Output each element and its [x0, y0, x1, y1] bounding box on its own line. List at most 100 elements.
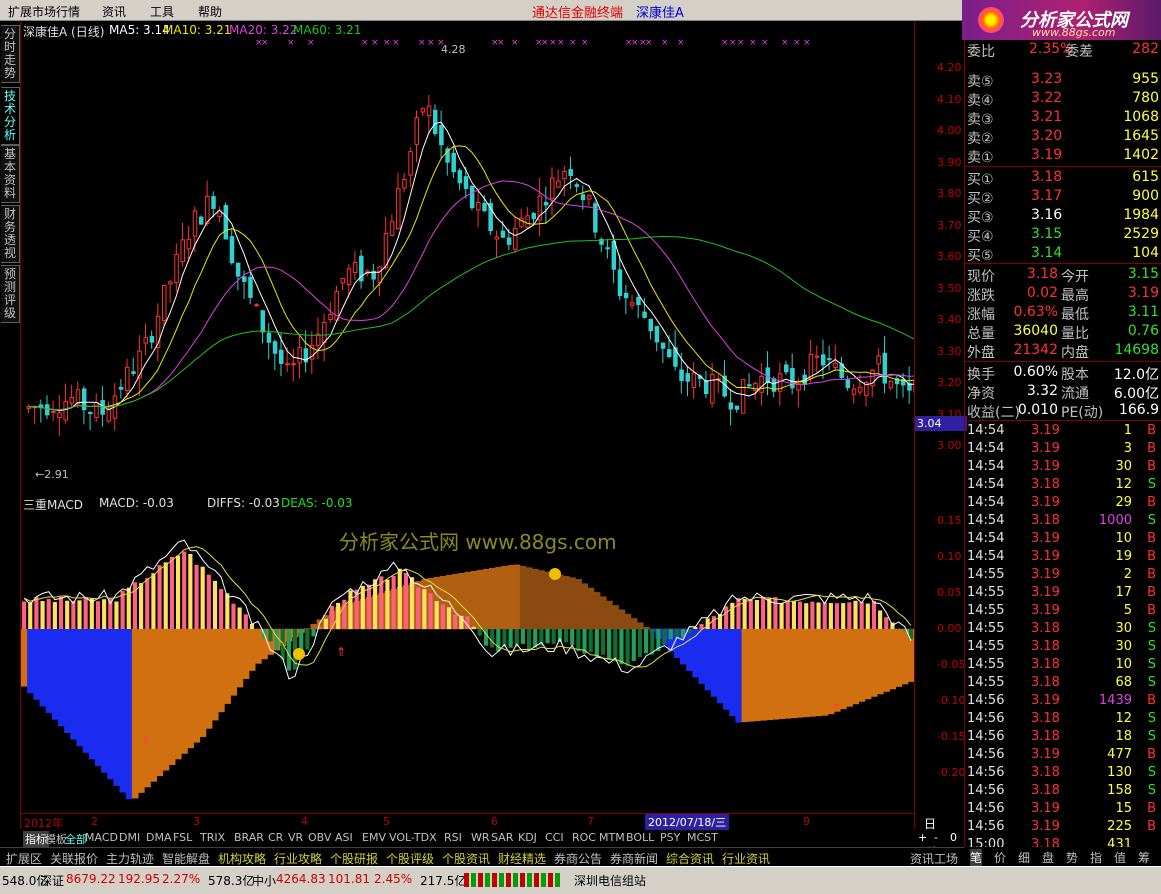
- macd-slow-bar: [33, 629, 40, 700]
- candle-body: [323, 323, 327, 343]
- indicator-tab[interactable]: RSI: [442, 831, 464, 844]
- indicator-tab[interactable]: OBV: [306, 831, 333, 844]
- tick-side: B: [1147, 585, 1156, 600]
- indicator-tab[interactable]: CCI: [543, 831, 566, 844]
- right-tab[interactable]: 细: [1018, 849, 1030, 866]
- indicator-tab[interactable]: BOLL: [624, 831, 656, 844]
- wc-label: 委差: [1065, 41, 1093, 61]
- bottom-tab[interactable]: 行业资讯: [722, 850, 770, 867]
- bottom-tab[interactable]: 个股评级: [386, 850, 434, 867]
- macd-fast-bar: [28, 602, 32, 629]
- stat-label: 现价: [967, 266, 995, 286]
- right-tab[interactable]: 值: [1114, 849, 1126, 866]
- bottom-tab[interactable]: 券商公告: [554, 850, 602, 867]
- stat-label: 总量: [967, 323, 995, 343]
- status-bar: 548.0亿 深证 8679.22 192.95 2.27% 578.3亿 中小…: [0, 866, 1161, 894]
- tick-side: S: [1148, 765, 1156, 780]
- bottom-tab[interactable]: 个股研报: [330, 850, 378, 867]
- menu-item-tools[interactable]: 工具: [150, 3, 174, 20]
- indicator-tab[interactable]: MCST: [685, 831, 720, 844]
- tick-time: 14:54: [967, 459, 1004, 474]
- bottom-tab[interactable]: 智能解盘: [162, 850, 210, 867]
- price-tick: 4.00: [937, 124, 962, 137]
- zoom-in-button[interactable]: +: [918, 831, 927, 844]
- candle-body: [230, 237, 234, 263]
- stat-value: 14698: [1114, 342, 1159, 358]
- macd-fast-bar: [238, 607, 242, 629]
- right-tab[interactable]: 盘: [1042, 849, 1054, 866]
- stat-label: 量比: [1061, 323, 1089, 343]
- indicator-tab[interactable]: MTM: [597, 831, 627, 844]
- indicator-tab[interactable]: ROC: [570, 831, 598, 844]
- candle-body: [82, 389, 86, 410]
- bottom-tab[interactable]: 资讯工场: [910, 850, 958, 867]
- macd-fast-bar: [589, 629, 593, 652]
- indicator-tab[interactable]: FSL: [171, 831, 194, 844]
- tick-volume: 15: [1115, 801, 1132, 816]
- indicator-tab[interactable]: BRAR: [232, 831, 266, 844]
- macd-fast-bar: [872, 601, 876, 629]
- macd-slow-bar: [508, 565, 515, 629]
- tick-row: 14:543.1919B: [965, 548, 1161, 567]
- right-tab[interactable]: 势: [1066, 849, 1078, 866]
- right-tab[interactable]: 价: [994, 849, 1006, 866]
- bottom-tab[interactable]: 个股资讯: [442, 850, 490, 867]
- indicator-tab[interactable]: PSY: [658, 831, 682, 844]
- bottom-tab[interactable]: 机构攻略: [218, 850, 266, 867]
- macd-fast-bar: [521, 629, 525, 644]
- macd-slow-bar: [797, 629, 804, 718]
- indicator-tab[interactable]: TRIX: [198, 831, 227, 844]
- indicator-tab[interactable]: ASI: [333, 831, 355, 844]
- zoom-out-button[interactable]: -: [934, 831, 938, 844]
- tick-price: 3.19: [1031, 423, 1060, 438]
- candle-body: [655, 326, 659, 341]
- zoom-reset-button[interactable]: 0: [950, 831, 957, 844]
- watermark: 分析家公式网 www.88gs.com: [339, 526, 617, 555]
- bottom-tab[interactable]: 行业攻略: [274, 850, 322, 867]
- tab-technical[interactable]: 技术分析: [1, 87, 20, 145]
- indicator-tab[interactable]: VR: [286, 831, 305, 844]
- tab-financials[interactable]: 财务透视: [1, 205, 20, 263]
- indicator-tab[interactable]: CR: [266, 831, 285, 844]
- bottom-tab[interactable]: 主力轨迹: [106, 850, 154, 867]
- bottom-tab[interactable]: 券商新闻: [610, 850, 658, 867]
- macd-slow-bar: [107, 629, 114, 779]
- bid-price: 3.14: [1031, 245, 1062, 261]
- bottom-tab[interactable]: 关联报价: [50, 850, 98, 867]
- macd-chart[interactable]: ⇑⇑⇑ 三重MACD MACD: -0.03 DIFFS: -0.03 DEAS…: [21, 494, 914, 814]
- tick-time: 14:55: [967, 639, 1004, 654]
- bottom-tab[interactable]: 扩展区: [6, 850, 42, 867]
- indicator-tab[interactable]: KDJ: [516, 831, 539, 844]
- tick-side: B: [1147, 603, 1156, 618]
- candle-body: [267, 333, 271, 342]
- price-chart[interactable]: 深康佳A (日线) MA5: 3.14 MA10: 3.21 MA20: 3.2…: [21, 21, 914, 493]
- macd-fast-bar: [632, 629, 636, 661]
- right-tab[interactable]: 筹: [1138, 849, 1150, 866]
- menu-item-news[interactable]: 资讯: [102, 3, 126, 20]
- bottom-tab[interactable]: 财经精选: [498, 850, 546, 867]
- indicator-tab[interactable]: SAR: [489, 831, 515, 844]
- indicator-tab[interactable]: DMA: [144, 831, 174, 844]
- server-name[interactable]: 深圳电信组站: [574, 872, 646, 889]
- indicator-tab[interactable]: DMI: [117, 831, 142, 844]
- right-tab[interactable]: 指: [1090, 849, 1102, 866]
- bottom-tab[interactable]: 综合资讯: [666, 850, 714, 867]
- tick-time: 14:54: [967, 549, 1004, 564]
- indicator-tab[interactable]: MACD: [83, 831, 120, 844]
- tick-side: S: [1148, 729, 1156, 744]
- macd-fast-bar: [410, 577, 414, 629]
- menu-item-market[interactable]: 扩展市场行情: [8, 3, 80, 20]
- tab-rating[interactable]: 预测评级: [1, 265, 20, 323]
- tab-intraday[interactable]: 分时走势: [1, 25, 20, 83]
- macd-fast-bar: [570, 629, 574, 645]
- tick-row: 14:543.191B: [965, 422, 1161, 441]
- macd-slow-bar: [471, 571, 478, 629]
- tab-fundamentals[interactable]: 基本资料: [1, 145, 20, 203]
- indicator-tab[interactable]: EMV: [360, 831, 388, 844]
- macd-fast-bar: [601, 629, 605, 655]
- indicator-tab[interactable]: VOL-TDX: [387, 831, 439, 844]
- stat-value: 3.11: [1128, 304, 1159, 320]
- right-tab[interactable]: 笔: [970, 849, 982, 866]
- menu-item-help[interactable]: 帮助: [198, 3, 222, 20]
- macd-fast-bar: [404, 573, 408, 629]
